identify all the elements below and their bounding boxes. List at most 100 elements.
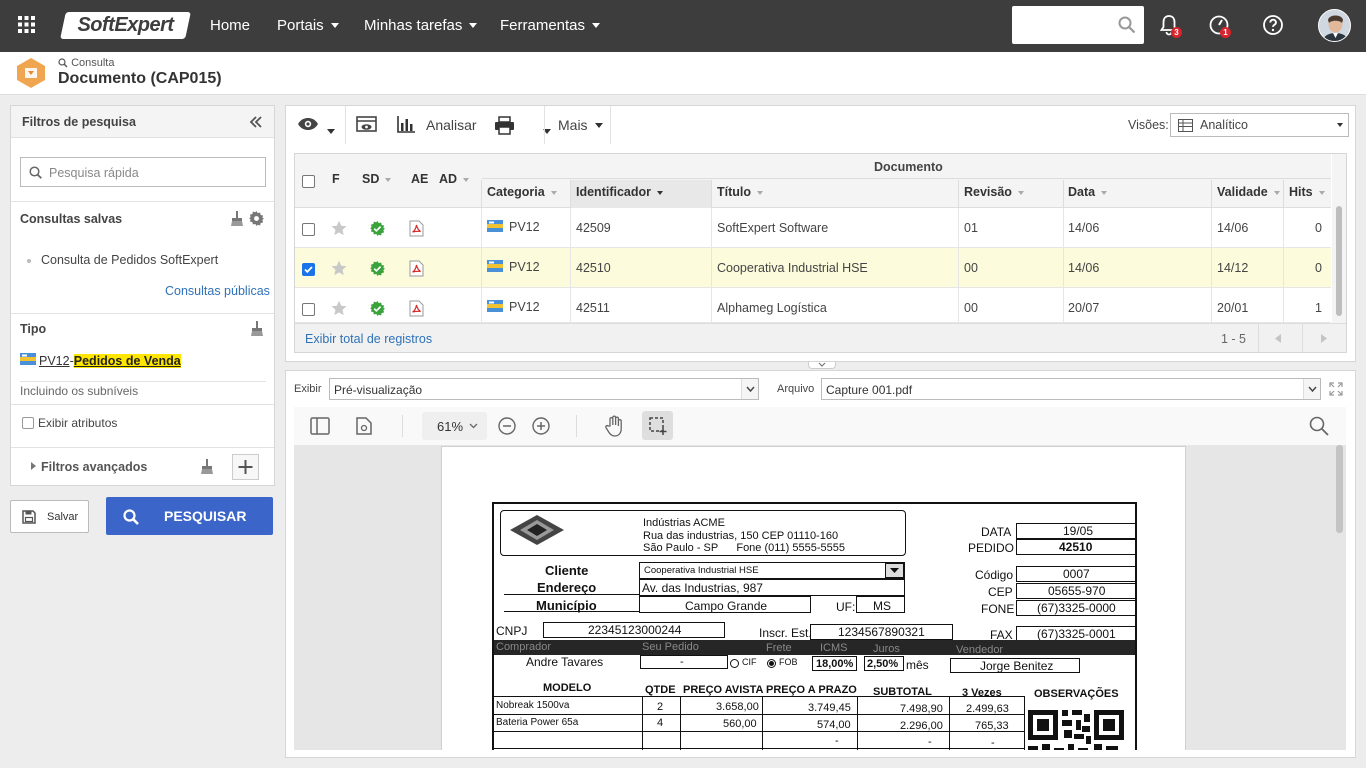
save-button-label: Salvar [47,511,79,523]
add-filter-button[interactable] [232,454,259,480]
brand-logo[interactable]: SoftExpert [60,12,191,39]
advanced-filters-toggle[interactable]: Filtros avançados [41,460,147,474]
zoom-select[interactable]: 61% [422,412,487,440]
gear-icon[interactable] [249,211,264,226]
favorite-star-icon[interactable] [331,220,347,236]
column-header-data[interactable]: Data [1068,185,1108,199]
document-properties-icon[interactable] [356,417,372,435]
select-all-checkbox[interactable] [302,175,315,188]
saved-query-item[interactable]: Consulta de Pedidos SoftExpert [41,253,218,267]
chevron-down-icon [594,122,603,128]
divider [680,696,681,750]
public-queries-link[interactable]: Consultas públicas [165,284,270,298]
broom-icon[interactable] [231,211,243,226]
pdf-scrollbar-thumb[interactable] [1336,445,1343,533]
phone-label: FONE [981,602,1015,616]
collapse-panel-icon[interactable] [249,115,263,129]
row-checkbox[interactable] [302,303,315,316]
column-header-sd[interactable]: SD [362,172,392,186]
divider [494,748,1024,749]
favorite-star-icon[interactable] [331,260,347,276]
column-header-revisao[interactable]: Revisão [964,185,1024,199]
grid-scrollbar[interactable] [1332,154,1346,323]
display-mode-select[interactable]: Pré-visualização [329,378,759,400]
column-header-ad[interactable]: AD [439,172,470,186]
global-search-input[interactable] [1012,6,1144,44]
your-order-box [640,655,728,669]
status-approved-icon [370,301,385,316]
broom-icon[interactable] [201,459,213,474]
column-header-titulo[interactable]: Título [717,185,764,199]
grid-scrollbar-thumb[interactable] [1336,206,1342,316]
next-page-icon[interactable] [1321,334,1327,343]
column-header-categoria[interactable]: Categoria [487,185,557,199]
row-checkbox-checked[interactable] [302,263,315,276]
tipo-code: PV12 [39,354,70,368]
save-button[interactable]: Salvar [10,500,89,533]
show-attributes-checkbox[interactable] [22,417,34,429]
expand-fullscreen-icon[interactable] [1329,382,1343,396]
nav-ferramentas[interactable]: Ferramentas [500,17,601,34]
file-select[interactable]: Capture 001.pdf [821,378,1321,400]
pagination-range: 1 - 5 [1221,332,1247,346]
zip-label: CEP [988,585,1013,599]
apps-grid-icon[interactable] [18,16,35,33]
broom-icon[interactable] [251,321,263,336]
file-label: Arquivo [777,383,815,395]
zoom-out-icon[interactable] [498,417,516,435]
search-icon[interactable] [1118,16,1136,34]
eye-icon[interactable] [297,117,319,131]
notifications-bell-icon[interactable]: 3 [1159,14,1182,38]
analyze-button[interactable]: Analisar [426,117,477,133]
table-row[interactable]: PV12 42511 Alphameg Logística 00 20/07 2… [295,288,1331,323]
nav-home-label: Home [210,17,251,34]
views-select[interactable]: Analítico [1170,113,1349,137]
pdf-viewport[interactable]: Indústrias ACME Rua das industrias, 150 … [294,445,1346,750]
show-total-records-link[interactable]: Exibir total de registros [305,332,432,346]
hand-tool-icon[interactable] [604,415,624,437]
row-checkbox[interactable] [302,223,315,236]
quick-search-input[interactable]: Pesquisa rápida [20,157,266,187]
bar-chart-icon[interactable] [397,115,416,133]
printer-icon[interactable] [494,116,515,135]
company-logo-icon [508,514,566,546]
more-menu-button[interactable]: Mais [558,117,603,133]
cell-data: 14/06 [1068,221,1100,235]
preview-window-icon[interactable] [356,116,377,134]
toolbar-separator [345,106,346,144]
zoom-in-icon[interactable] [532,417,550,435]
pdf-file-icon[interactable] [409,220,424,237]
nav-minhas-tarefas[interactable]: Minhas tarefas [364,17,478,34]
search-icon[interactable] [1309,416,1329,436]
pdf-file-icon[interactable] [409,300,424,317]
filters-title: Filtros de pesquisa [22,115,136,129]
selection-tool-button[interactable] [642,411,673,440]
search-submit-button[interactable]: PESQUISAR [106,497,273,535]
user-avatar[interactable] [1318,9,1351,42]
group-header-divider [482,178,1331,179]
table-row-selected[interactable]: PV12 42510 Cooperativa Industrial HSE 00… [295,248,1331,288]
chevron-down-icon[interactable] [327,129,335,135]
column-header-identificador[interactable]: Identificador [576,185,664,199]
nav-portais[interactable]: Portais [277,17,339,34]
column-header-sd-label: SD [362,172,380,186]
column-header-hits[interactable]: Hits [1289,185,1325,199]
help-icon[interactable] [1262,14,1284,36]
table-row[interactable]: PV12 42509 SoftExpert Software 01 14/06 … [295,208,1331,248]
column-header-f[interactable]: F [332,172,340,186]
column-header-validade[interactable]: Validade [1217,185,1280,199]
alerts-gauge-icon[interactable]: 1 [1208,14,1231,38]
breadcrumb[interactable]: Consulta [58,57,114,69]
previous-page-icon[interactable] [1275,334,1281,343]
zoom-value: 61% [437,419,464,434]
nav-home[interactable]: Home [210,17,250,34]
tipo-selected-item[interactable]: PV12-Pedidos de Venda [39,354,181,368]
chevron-right-icon[interactable] [31,462,36,470]
column-header-ae[interactable]: AE [411,172,428,186]
favorite-star-icon[interactable] [331,300,347,316]
column-header-categoria-label: Categoria [487,185,545,199]
panel-splitter-handle[interactable] [808,362,836,369]
sidebar-toggle-icon[interactable] [310,417,330,435]
pdf-file-icon[interactable] [409,260,424,277]
pdf-scrollbar[interactable] [1335,445,1345,750]
